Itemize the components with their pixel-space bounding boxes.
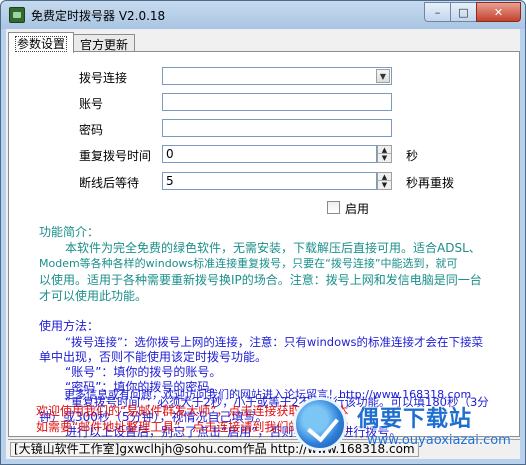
- intro-line: 才可以使用此功能。: [39, 289, 148, 303]
- redial-time-stepper[interactable]: ▲ ▼: [377, 145, 392, 163]
- intro-line: 以使用。适用于各种需要重新拨号换IP的场合。注意：拨号上网和发信电脑是同一台: [39, 273, 482, 287]
- redial-time-label: 重复拨号时间: [79, 149, 152, 163]
- tab-official-update[interactable]: 官方更新: [73, 34, 136, 52]
- settings-panel: 拨号连接 ▼ 账号 密码 重复拨号时间 0 ▲ ▼ 秒 断线后等待 5 ▲ ▼ …: [8, 51, 520, 439]
- usage-line: “账号”：填你的拨号的账号。: [65, 365, 222, 379]
- redial-time-unit: 秒: [406, 149, 419, 163]
- download-logo-icon: [293, 397, 347, 451]
- wait-input[interactable]: 5: [162, 172, 377, 190]
- usage-heading: 使用方法：: [39, 319, 100, 333]
- account-label: 账号: [79, 97, 104, 111]
- wait-unit: 秒再重拨: [406, 176, 455, 190]
- app-icon: [9, 7, 25, 23]
- intro-heading: 功能简介：: [39, 225, 100, 239]
- redial-time-value: 0: [166, 147, 174, 161]
- usage-line: “拨号连接”：选你拨号上网的连接，注意：只有windows的标准连接才会在下接菜: [65, 335, 484, 349]
- close-button[interactable]: ✕: [476, 2, 521, 22]
- watermark-title: 偶要下载站: [357, 407, 473, 432]
- minimize-icon: –: [434, 5, 441, 19]
- wait-stepper[interactable]: ▲ ▼: [377, 172, 392, 190]
- minimize-button[interactable]: –: [424, 2, 451, 22]
- chevron-down-icon[interactable]: ▼: [376, 69, 390, 83]
- connection-select[interactable]: ▼: [162, 67, 392, 85]
- app-window: 免费定时拨号器 V2.0.18 – □ ✕ 参数设置 官方更新 拨号连接 ▼ 账…: [0, 0, 526, 465]
- enable-checkbox[interactable]: [327, 201, 340, 214]
- usage-line: 单中出现，否则不能使用该定时拨号功能。: [39, 350, 268, 364]
- spin-down-icon[interactable]: ▼: [378, 181, 391, 189]
- tab-settings[interactable]: 参数设置: [8, 32, 75, 53]
- maximize-icon: □: [458, 5, 469, 19]
- tab-settings-label: 参数设置: [15, 36, 68, 52]
- wait-label: 断线后等待: [79, 176, 140, 190]
- close-icon: ✕: [493, 5, 504, 19]
- account-field[interactable]: [162, 93, 392, 111]
- connection-label: 拨号连接: [79, 71, 128, 85]
- tab-official-update-label: 官方更新: [80, 38, 129, 52]
- password-field[interactable]: [162, 119, 392, 137]
- maximize-button[interactable]: □: [450, 2, 477, 22]
- wait-value: 5: [166, 174, 174, 188]
- redial-time-input[interactable]: 0: [162, 145, 377, 163]
- password-label: 密码: [79, 123, 104, 137]
- tab-strip: 参数设置 官方更新: [8, 32, 136, 53]
- watermark-subtitle: www.ouyaoxiazai.com: [367, 433, 511, 448]
- enable-label[interactable]: 启用: [345, 200, 369, 217]
- spin-up-icon[interactable]: ▲: [378, 146, 391, 154]
- window-title: 免费定时拨号器 V2.0.18: [31, 9, 166, 23]
- spin-up-icon[interactable]: ▲: [378, 173, 391, 181]
- intro-line: Modem等各种各样的windows标准连接重复拨号，只要在“拨号连接”中能选到…: [39, 257, 458, 270]
- intro-line: 本软件为完全免费的绿色软件，无需安装，下载解压后直接可用。适合ADSL、: [65, 241, 481, 255]
- title-bar[interactable]: 免费定时拨号器 V2.0.18 – □ ✕: [1, 1, 525, 29]
- watermark: 偶要下载站 www.ouyaoxiazai.com: [285, 391, 525, 461]
- spin-down-icon[interactable]: ▼: [378, 154, 391, 162]
